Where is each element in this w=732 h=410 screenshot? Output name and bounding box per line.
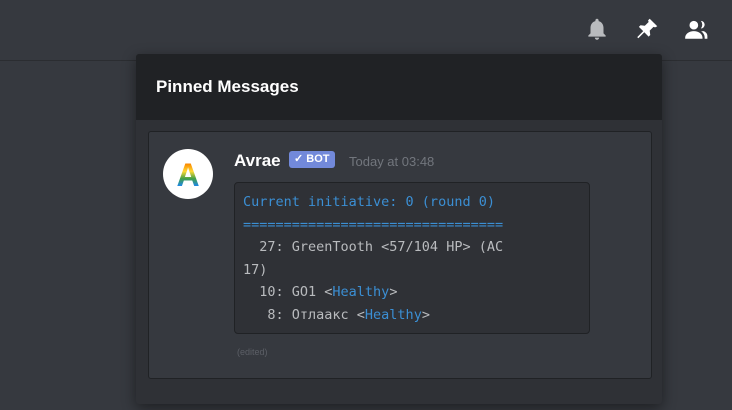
pinned-messages-popout: Pinned Messages A Avrae ✓ BOT Today at 0… [136,54,662,404]
members-icon[interactable] [683,16,709,42]
code-text: 17) [243,261,268,278]
timestamp: Today at 03:48 [349,154,435,169]
code-text: Healthy [332,284,390,300]
popout-header: Pinned Messages [136,54,662,120]
author-name[interactable]: Avrae [234,151,281,171]
code-text: ================================ [243,216,504,233]
code-text: 10: GO1 < [243,284,333,300]
code-line: Current initiative: 0 (round 0) [243,191,581,214]
edited-label: (edited) [237,347,268,357]
code-line: 17) [243,259,581,282]
channel-header [0,0,732,61]
bell-icon[interactable] [584,16,610,42]
code-text: > [389,284,398,300]
code-line: ================================ [243,214,581,237]
pin-icon[interactable] [634,16,660,42]
avatar[interactable]: A [163,149,213,199]
avatar-letter: A [176,157,199,193]
code-text: Current initiative: 0 (round 0) [243,194,495,210]
code-line: 10: GO1 <Healthy> [243,281,581,304]
code-line: 8: Отлаакс <Healthy> [243,304,581,327]
pinned-message[interactable]: A Avrae ✓ BOT Today at 03:48 Current ini… [148,131,652,379]
code-line: 27: GreenTooth <57/104 HP> (AC [243,236,581,259]
code-text: 27: GreenTooth <57/104 HP> (AC [243,239,504,255]
code-text: Healthy [364,306,422,323]
bot-tag: ✓ BOT [289,151,335,168]
code-text: > [421,306,430,323]
code-block: Current initiative: 0 (round 0) =========… [234,182,590,334]
code-text: 8: Отлаакс < [243,306,365,323]
popout-title: Pinned Messages [156,77,299,96]
